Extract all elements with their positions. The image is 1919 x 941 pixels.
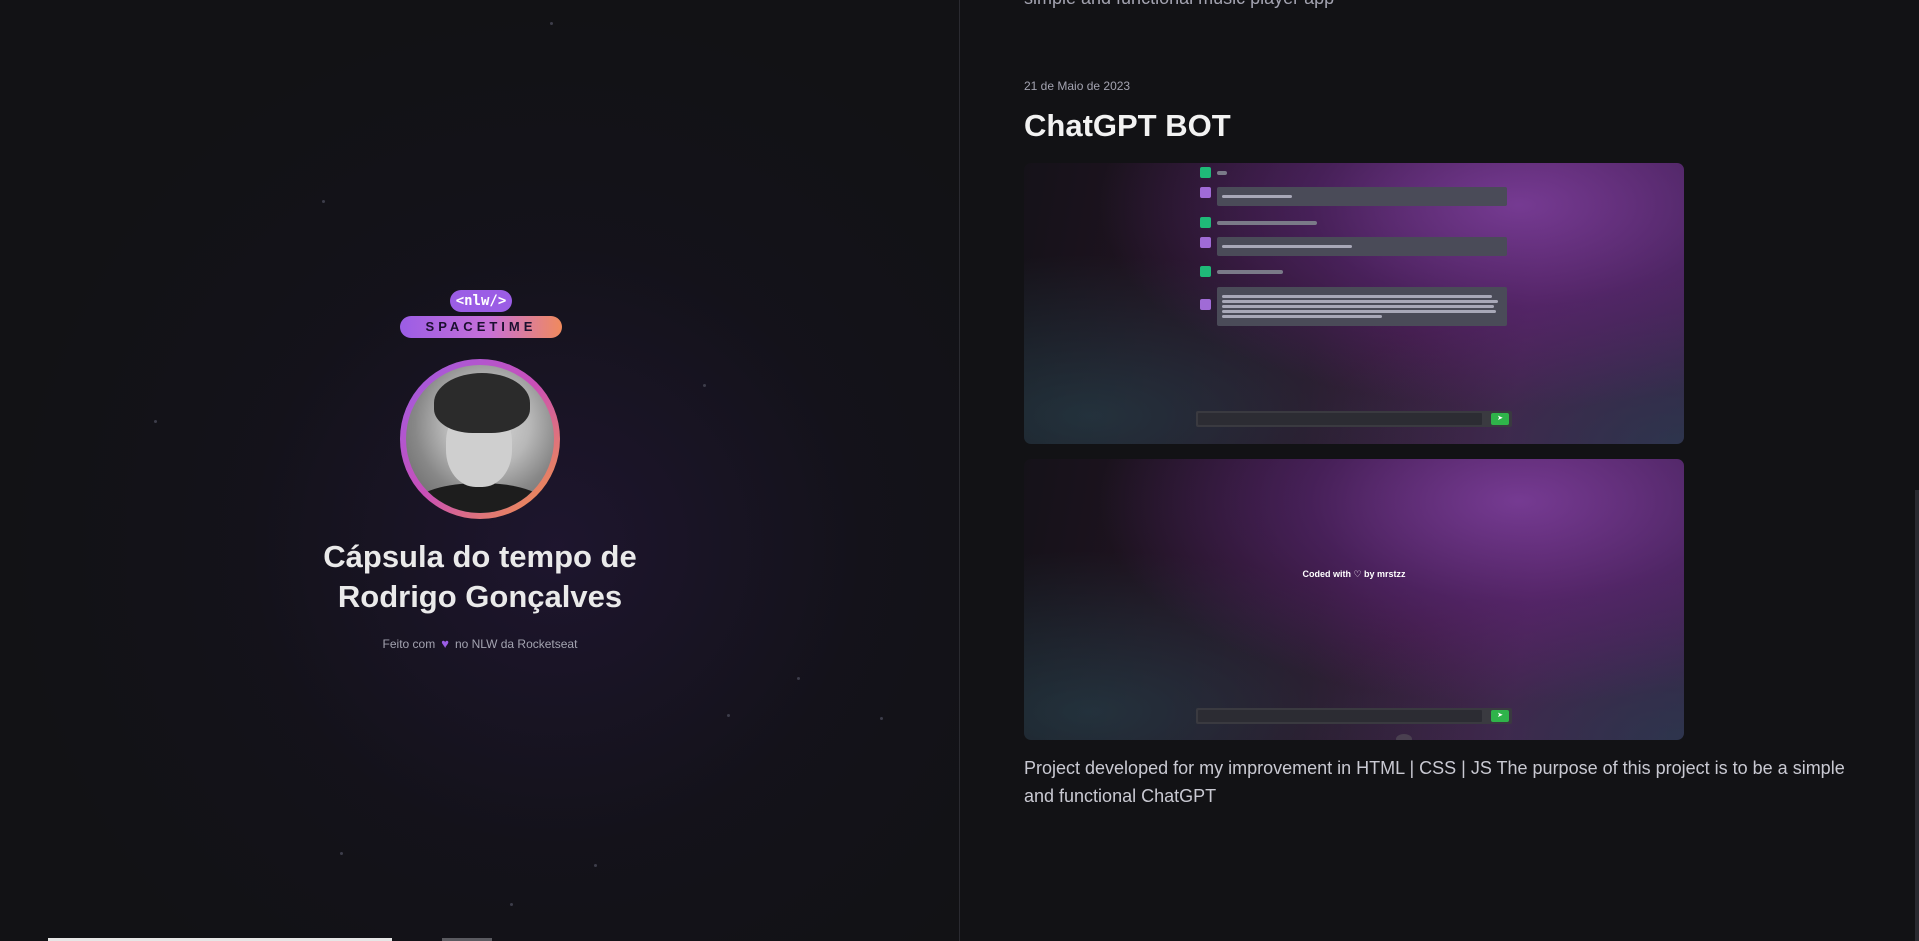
memory-description: Project developed for my improvement in … <box>1024 758 1845 806</box>
chat-message-bot <box>1200 237 1507 256</box>
star-decoration <box>510 903 513 906</box>
capsule-title-prefix: Cápsula do tempo de <box>323 539 637 574</box>
star-decoration <box>550 22 553 25</box>
chat-input-bar: ➤ <box>1196 708 1512 724</box>
star-decoration <box>322 200 325 203</box>
avatar-hair <box>434 373 530 433</box>
chat-message-user <box>1200 217 1317 228</box>
scroll-indicator <box>1396 734 1412 740</box>
send-icon: ➤ <box>1491 710 1509 722</box>
previous-memory-description: simple and functional music player app <box>1024 0 1334 9</box>
star-decoration <box>594 864 597 867</box>
avatar-ring <box>400 359 560 519</box>
avatar-shirt <box>416 483 544 513</box>
user-avatar-icon <box>1200 167 1211 178</box>
capsule-heading: Cápsula do tempo de Rodrigo Gonçalves <box>280 537 680 617</box>
chat-message-bot <box>1200 287 1507 326</box>
memory-image-home: Coded with ♡ by mrstzz ➤ <box>1024 459 1684 740</box>
user-avatar-icon <box>1200 266 1211 277</box>
bot-avatar-icon <box>1200 299 1211 310</box>
chat-input-bar: ➤ <box>1196 411 1512 427</box>
star-decoration <box>880 717 883 720</box>
spacetime-logo: <nlw/> SPACETIME <box>400 290 562 340</box>
user-avatar-icon <box>1200 217 1211 228</box>
bot-avatar-icon <box>1200 187 1211 198</box>
star-decoration <box>340 852 343 855</box>
capsule-owner-name: Rodrigo Gonçalves <box>337 579 623 614</box>
chat-message-bot <box>1200 187 1507 206</box>
send-icon: ➤ <box>1491 413 1509 425</box>
chat-input-field <box>1198 413 1482 425</box>
profile-panel: <nlw/> SPACETIME Cápsula do tempo de Rod… <box>0 0 959 941</box>
memory-title: ChatGPT BOT <box>1024 108 1231 143</box>
star-decoration <box>727 714 730 717</box>
coded-with-credit: Coded with ♡ by mrstzz <box>1302 569 1406 579</box>
logo-nlw-tag: <nlw/> <box>450 290 512 312</box>
star-decoration <box>703 384 706 387</box>
bot-avatar-icon <box>1200 237 1211 248</box>
chat-input-field <box>1198 710 1482 722</box>
memories-timeline: simple and functional music player app 2… <box>960 0 1919 941</box>
star-decoration <box>797 677 800 680</box>
footer-credit: Feito com ♥ no NLW da Rocketseat <box>280 636 680 651</box>
star-decoration <box>154 420 157 423</box>
memory-date: 21 de Maio de 2023 <box>1024 79 1131 93</box>
credit-prefix: Feito com <box>382 637 436 651</box>
avatar <box>406 365 554 513</box>
heart-icon: ♥ <box>441 636 449 651</box>
logo-spacetime-word: SPACETIME <box>400 316 562 338</box>
credit-suffix: no NLW da Rocketseat <box>454 637 578 651</box>
vertical-scrollbar[interactable] <box>1915 490 1919 941</box>
memory-image-chat: ➤ <box>1024 163 1684 444</box>
chat-message-user <box>1200 167 1227 178</box>
chat-message-user <box>1200 266 1283 277</box>
